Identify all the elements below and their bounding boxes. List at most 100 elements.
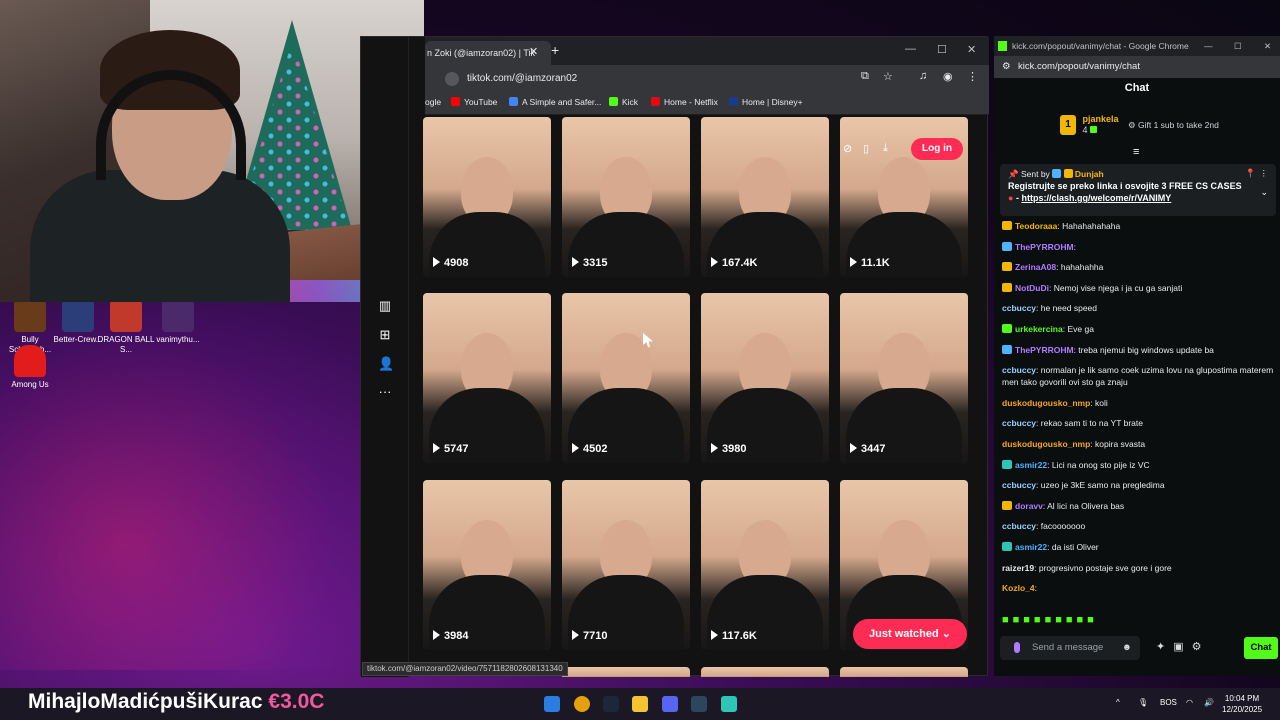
chat-message: ThePYRROHM: treba njemui big windows upd… [1002,344,1276,356]
video-thumbnail[interactable]: 3447 [840,293,968,463]
maximize-icon[interactable]: ☐ [937,43,947,56]
bookmark-disney[interactable]: Home | Disney+ [729,97,803,107]
desktop-icon-dragon-ball[interactable]: DRAGON BALL S... [96,300,156,355]
points-icon[interactable]: ✦ [1156,641,1173,653]
video-thumbnail[interactable]: 4502 [562,293,690,463]
close-tab-icon[interactable]: ✕ [529,45,538,58]
pinned-link[interactable]: https://clash.gg/welcome/r/VANIMY [1021,193,1171,203]
chat-send-button[interactable]: Chat [1244,637,1278,659]
emote-bar[interactable]: ■■■■■■■■■ [1002,614,1098,626]
bookmark-google[interactable]: ogle [425,97,441,107]
chat-username[interactable]: ThePYRROHM [1015,345,1074,355]
emoji-icon[interactable]: ☻ [1122,636,1132,660]
activity-icon[interactable]: ▥ [378,299,392,313]
discord-icon[interactable] [662,696,678,712]
video-thumbnail[interactable]: 117.6K [701,480,829,650]
video-thumbnail[interactable]: 3315 [562,117,690,277]
close-window-icon[interactable]: ✕ [1264,36,1271,56]
desktop-icon-among-us[interactable]: Among Us [0,345,60,390]
chrome-icon[interactable] [574,696,590,712]
chat-input[interactable]: Send a message ☻ [1000,636,1140,660]
bookmark-star-icon[interactable]: ☆ [883,70,893,83]
chat-username[interactable]: duskodugousko_nmp [1002,439,1090,449]
view-count: 4908 [433,257,468,269]
account-icon[interactable]: ◉ [943,70,953,83]
media-icon[interactable]: ♫ [919,70,927,82]
minimize-icon[interactable]: — [905,43,916,55]
start-icon[interactable] [544,696,560,712]
video-thumbnail[interactable]: 7710 [562,480,690,650]
bookmark-netflix[interactable]: Home - Netflix [651,97,718,107]
chat-message: duskodugousko_nmp: kopira svasta [1002,438,1146,449]
download-icon[interactable]: ⤓ [883,142,888,155]
bookmark-kick[interactable]: Kick [609,97,638,107]
video-thumbnail[interactable]: 167.4K [701,117,829,277]
pin-toggle-icon[interactable]: 📍 [1245,167,1256,179]
chat-username[interactable]: Kozlo_4 [1002,583,1035,593]
video-thumbnail[interactable] [840,667,968,677]
language-indicator[interactable]: BOS [1160,698,1177,707]
minimize-icon[interactable]: — [1204,36,1213,56]
just-watched-button[interactable]: Just watched ⌄ [853,619,967,649]
chat-username[interactable]: ThePYRROHM [1015,242,1074,252]
chat-username[interactable]: ZerinaA08 [1015,262,1056,272]
chat-username[interactable]: ccbuccy [1002,480,1036,490]
browser-menu-icon[interactable]: ⋮ [967,70,978,83]
mic-icon[interactable]: 🎙 [1138,698,1148,707]
device-icon[interactable]: ▯ [863,142,869,155]
steam-icon[interactable] [603,696,619,712]
chat-username[interactable]: ccbuccy [1002,303,1036,313]
hamburger-icon[interactable]: ≡ [1133,146,1139,158]
video-thumbnail[interactable]: 3984 [423,480,551,650]
video-thumbnail[interactable]: 5747 [423,293,551,463]
mic-icon[interactable] [1014,642,1020,653]
chat-username[interactable]: Teodoraaa [1015,221,1057,231]
chat-username[interactable]: ccbuccy [1002,418,1036,428]
chat-username[interactable]: ccbuccy [1002,521,1036,531]
volume-icon[interactable]: 🔊 [1204,698,1214,707]
video-thumbnail[interactable]: 4908 [423,117,551,277]
compass-icon[interactable]: ⊘ [843,142,852,155]
maximize-icon[interactable]: ☐ [1234,36,1242,56]
chat-username[interactable]: asmir22 [1015,542,1047,552]
chat-username[interactable]: duskodugousko_nmp [1002,398,1090,408]
new-tab-icon[interactable]: + [551,42,559,58]
install-app-icon[interactable]: ⧉ [861,70,869,83]
gift-icon[interactable]: ▣ [1173,641,1191,653]
file-explorer-icon[interactable] [632,696,648,712]
top-gifter[interactable]: 1 pjankela 4 [1060,114,1119,136]
video-thumbnail[interactable] [562,667,690,677]
settings-icon[interactable]: ⚙ [1192,641,1210,653]
desktop-icon-vanimythu[interactable]: vanimythu... [148,300,208,345]
chevron-up-icon[interactable]: ^ [1116,698,1120,707]
link-icon [509,97,518,106]
upload-icon[interactable]: ⊞ [378,328,392,342]
chat-message: duskodugousko_nmp: koli [1002,397,1108,408]
gift-icon: ⚙ [1128,120,1136,130]
video-thumbnail[interactable]: 3980 [701,293,829,463]
close-window-icon[interactable]: ✕ [967,43,976,56]
chat-message: urkekercina: Eve ga [1002,323,1276,335]
video-thumbnail[interactable] [701,667,829,677]
chat-username[interactable]: ccbuccy [1002,365,1036,375]
profile-icon[interactable]: 👤 [378,357,394,371]
wifi-icon[interactable]: ◠ [1186,698,1193,707]
chat-username[interactable]: urkekercina [1015,324,1063,334]
chat-username[interactable]: raizer19 [1002,563,1034,573]
site-info-icon[interactable] [445,72,459,86]
gift-hint[interactable]: ⚙ Gift 1 sub to take 2nd [1128,120,1219,131]
taskbar-clock[interactable]: 10:04 PM 12/20/2025 [1222,693,1262,715]
chat-username[interactable]: NotDuDi [1015,283,1049,293]
kick-url-bar[interactable]: ⚙ kick.com/popout/vanimy/chat [994,56,1280,78]
url-field[interactable]: tiktok.com/@iamzoran02 [445,70,875,88]
chat-username[interactable]: doravv [1015,501,1043,511]
bookmark-youtube[interactable]: YouTube [451,97,497,107]
chevron-down-icon[interactable]: ⌄ [1260,186,1268,198]
steam-icon[interactable] [691,696,707,712]
login-button[interactable]: Log in [911,138,963,160]
more-icon[interactable]: ··· [378,385,392,399]
app-icon[interactable] [721,696,737,712]
chat-username[interactable]: asmir22 [1015,460,1047,470]
pinned-menu-icon[interactable]: ⋮ [1260,167,1269,179]
bookmark-simple-safer[interactable]: A Simple and Safer... [509,97,601,107]
